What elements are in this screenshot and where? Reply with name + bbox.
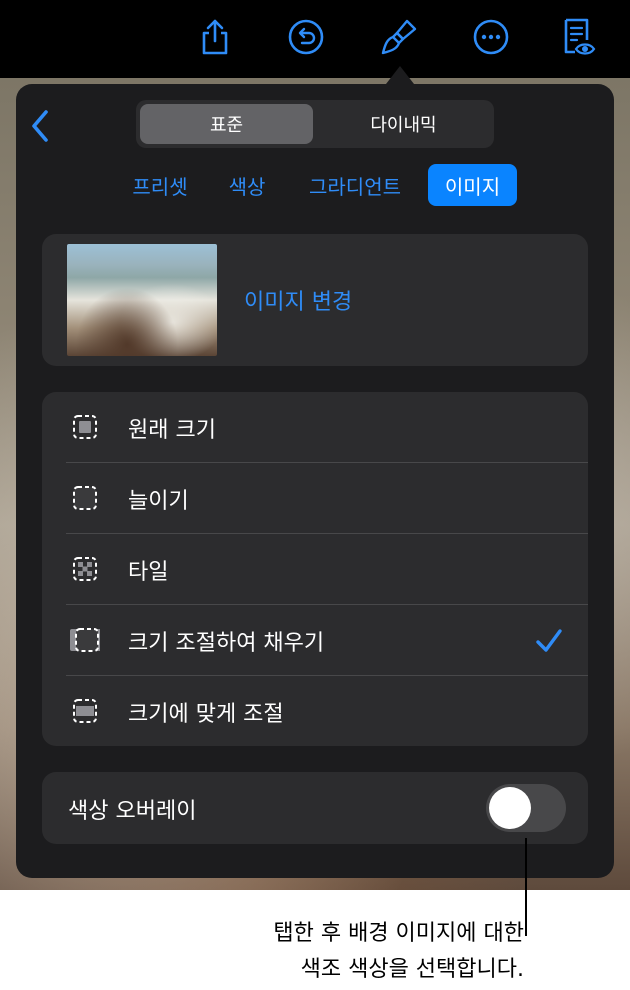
- segment-standard[interactable]: 표준: [140, 104, 313, 144]
- option-scale-to-fit[interactable]: 크기에 맞게 조절: [42, 676, 588, 746]
- format-brush-icon[interactable]: [376, 14, 422, 60]
- option-scale-to-fill-label: 크기 조절하여 채우기: [128, 631, 325, 656]
- option-tile-label: 타일: [128, 560, 169, 585]
- callout-line-2: 색조 색상을 선택합니다.: [300, 957, 524, 982]
- tile-icon: [73, 557, 97, 581]
- fill-type-tabs: 프리셋 색상 그라디언트 이미지: [0, 164, 630, 208]
- option-stretch[interactable]: 늘이기: [42, 463, 588, 533]
- tab-preset[interactable]: 프리셋: [122, 164, 198, 206]
- color-overlay-toggle[interactable]: [486, 784, 566, 832]
- share-icon[interactable]: [192, 14, 238, 60]
- option-scale-to-fill[interactable]: 크기 조절하여 채우기: [42, 605, 588, 675]
- callout-text: 탭한 후 배경 이미지에 대한 색조 색상을 선택합니다.: [64, 916, 524, 988]
- original-size-icon: [73, 415, 97, 439]
- checkmark-icon: [536, 629, 562, 652]
- color-overlay-label: 색상 오버레이: [68, 799, 197, 824]
- reader-view-icon[interactable]: [556, 14, 602, 60]
- segment-dynamic[interactable]: 다이내믹: [317, 104, 490, 144]
- scale-to-fill-icon: [70, 628, 100, 652]
- popover-arrow: [386, 66, 414, 84]
- tab-color[interactable]: 색상: [218, 164, 276, 206]
- toggle-knob: [489, 787, 531, 829]
- option-original-size[interactable]: 원래 크기: [42, 392, 588, 462]
- option-scale-to-fit-label: 크기에 맞게 조절: [128, 702, 284, 727]
- back-chevron-icon[interactable]: [24, 106, 58, 146]
- stretch-icon: [73, 486, 97, 510]
- option-stretch-label: 늘이기: [128, 489, 189, 514]
- callout-line: [525, 838, 527, 936]
- callout-line-1: 탭한 후 배경 이미지에 대한: [273, 921, 524, 946]
- tab-gradient[interactable]: 그라디언트: [298, 164, 412, 206]
- top-toolbar: [0, 0, 630, 78]
- change-image-button[interactable]: 이미지 변경: [244, 284, 352, 316]
- more-icon[interactable]: [468, 14, 514, 60]
- image-thumbnail[interactable]: [67, 244, 217, 356]
- tab-image[interactable]: 이미지: [428, 164, 517, 206]
- scale-to-fit-icon: [73, 699, 97, 723]
- style-segmented-control: 표준 다이내믹: [136, 100, 494, 148]
- undo-icon[interactable]: [283, 14, 329, 60]
- option-tile[interactable]: 타일: [42, 534, 588, 604]
- option-original-size-label: 원래 크기: [128, 418, 216, 443]
